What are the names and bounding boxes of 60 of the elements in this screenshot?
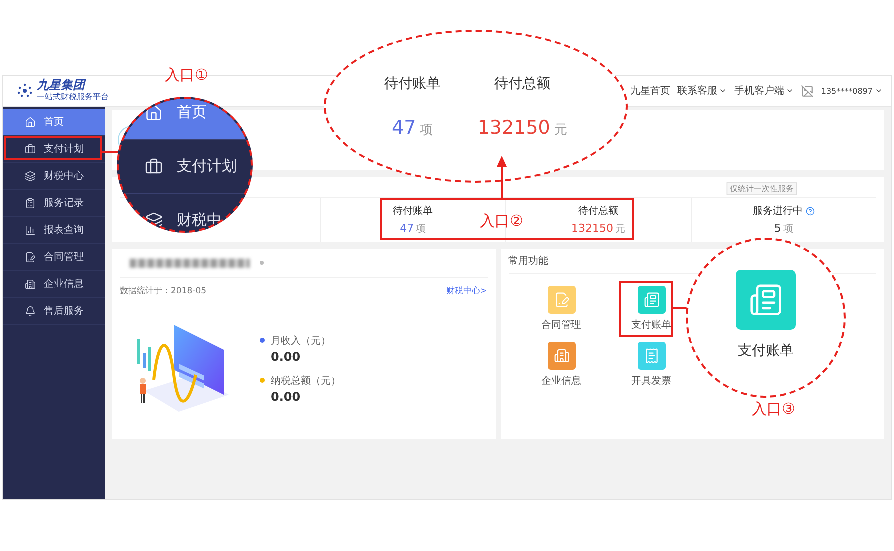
broken-image-icon [801, 84, 814, 98]
stat-label: 待付总额 [578, 204, 618, 218]
shortcut-label: 支付账单 [632, 318, 672, 332]
shortcut-tile[interactable] [638, 286, 666, 314]
shortcut-label: 支付账单 [738, 342, 794, 360]
header-link[interactable]: 九星首页 [630, 84, 670, 98]
metric-label: 纳税总额（元） [271, 374, 341, 388]
stat-value: 132150 元 [478, 116, 568, 138]
account-menu[interactable]: 135****0897 [821, 86, 883, 96]
building-icon [25, 278, 36, 290]
shortcut-label: 企业信息 [542, 374, 582, 388]
home-icon [25, 116, 36, 128]
metric-value: 0.00 [270, 390, 302, 404]
sidebar-item: 支付计划 [119, 140, 251, 194]
dot-icon [260, 261, 264, 265]
shortcut-label: 合同管理 [542, 319, 582, 332]
shortcut-tile[interactable] [638, 342, 666, 370]
metric-value: 0.00 [270, 350, 302, 364]
stat-value: 47 项 [400, 222, 426, 236]
receipt-icon [644, 348, 660, 364]
clipboard-icon [25, 198, 36, 208]
document-icon [25, 252, 36, 262]
tooltip: 仅统计一次性服务 [726, 182, 798, 196]
shortcut-tile[interactable] [548, 286, 576, 314]
bell-icon [25, 306, 36, 316]
stat-label: 服务进行中 [752, 204, 815, 218]
card-title: 常用功能 [508, 254, 548, 268]
callout-label: 入口① [165, 66, 208, 85]
newspaper-icon [749, 283, 783, 317]
date-label: 数据统计于：2018-05 [120, 286, 207, 297]
help-icon [806, 206, 815, 216]
tax-center-link[interactable]: 财税中心> [446, 285, 488, 297]
shortcut-label: 开具发票 [632, 375, 672, 388]
stat-value: 47 项 [392, 116, 434, 138]
caret-icon [875, 87, 883, 95]
stat-label: 待付账单 [393, 204, 434, 218]
newspaper-icon [644, 292, 660, 308]
logo-subtitle: 一站式财税服务平台 [37, 93, 109, 102]
logo-icon [17, 83, 33, 99]
caret-icon [719, 87, 728, 95]
header-link[interactable]: 手机客户端 [734, 84, 794, 98]
stat-label: 待付账单 [384, 74, 441, 92]
bar-chart-icon [25, 224, 36, 236]
building-icon [554, 348, 570, 364]
caret-icon [786, 87, 794, 95]
layers-icon [25, 170, 36, 182]
callout-label: 入口② [480, 212, 524, 231]
stat-value: 5 项 [774, 222, 794, 236]
sidebar-item[interactable]: 首页 [3, 109, 105, 136]
home-icon [145, 104, 163, 122]
callout-label: 入口③ [752, 400, 796, 419]
header-link[interactable]: 联系客服 [677, 84, 728, 98]
shortcut-tile[interactable] [548, 342, 576, 370]
briefcase-icon [145, 158, 163, 176]
stat-value: 132150 元 [571, 222, 626, 236]
briefcase-icon [25, 144, 36, 154]
document-icon [554, 292, 570, 308]
stat-label: 待付总额 [494, 74, 551, 92]
metric-label: 月收入（元） [271, 334, 331, 348]
logo-title: 九星集团 [37, 79, 88, 92]
